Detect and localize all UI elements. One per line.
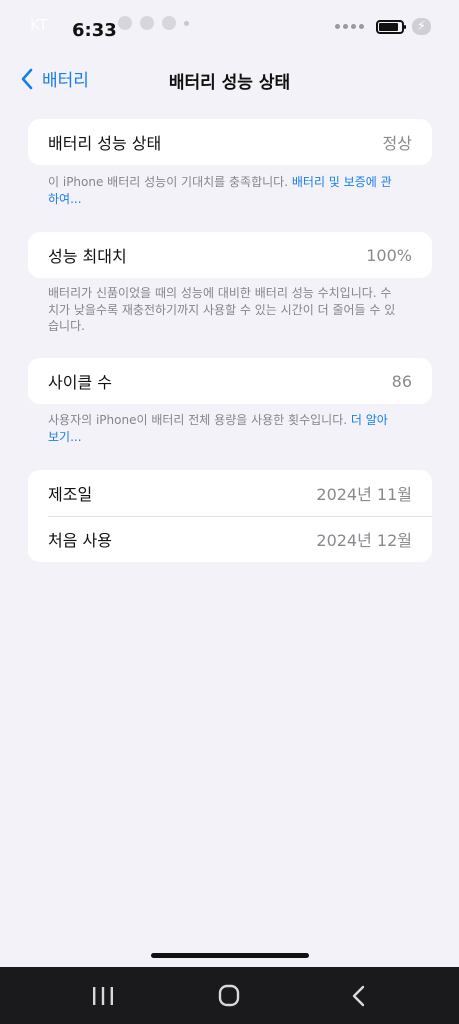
notification-icons — [118, 16, 189, 30]
max-capacity-card: 성능 최대치 100% — [28, 232, 432, 278]
carrier-label: KT — [30, 16, 48, 34]
more-notifications-icon — [184, 20, 189, 26]
dates-card: 제조일 2024년 11월 처음 사용 2024년 12월 — [28, 470, 432, 562]
navigation-bar: 배터리 배터리 성능 상태 — [0, 58, 459, 102]
status-time: 6:33 — [72, 20, 117, 41]
max-capacity-note: 배터리가 신품이었을 때의 성능에 대비한 배터리 성능 수치입니다. 수치가 … — [48, 286, 396, 333]
back-nav-icon[interactable] — [344, 983, 374, 1009]
recents-icon[interactable] — [88, 983, 118, 1009]
cycle-count-note: 사용자의 iPhone이 배터리 전체 용량을 사용한 횟수입니다. 더 알아보… — [48, 412, 398, 445]
battery-health-note-text: 이 iPhone 배터리 성능이 기대치를 충족합니다. — [48, 175, 292, 189]
max-capacity-row: 성능 최대치 100% — [28, 232, 432, 278]
screen: KT 6:33 ⚡ 배터리 배터리 성능 상태 배터리 성능 상태 정상 이 i… — [0, 0, 459, 1024]
manufacture-date-row: 제조일 2024년 11월 — [28, 470, 432, 516]
manufacture-date-value: 2024년 11월 — [316, 485, 412, 504]
battery-health-card: 배터리 성능 상태 정상 — [28, 119, 432, 165]
manufacture-date-label: 제조일 — [48, 485, 93, 504]
app-notification-icon — [162, 16, 176, 30]
page-title: 배터리 성능 상태 — [168, 73, 291, 93]
cycle-count-value: 86 — [391, 371, 412, 391]
battery-health-note: 이 iPhone 배터리 성능이 기대치를 충족합니다. 배터리 및 보증에 관… — [48, 174, 398, 207]
status-bar: KT 6:33 ⚡ — [0, 0, 459, 50]
max-capacity-label: 성능 최대치 — [48, 247, 127, 266]
home-indicator[interactable] — [151, 953, 309, 958]
status-right: ⚡ — [334, 18, 431, 35]
signal-icon — [334, 24, 364, 29]
cycle-count-label: 사이클 수 — [48, 373, 112, 392]
android-navigation-bar — [0, 967, 459, 1024]
battery-health-value: 정상 — [382, 134, 412, 153]
battery-percent-icon: ⚡ — [411, 18, 431, 35]
home-icon[interactable] — [214, 983, 244, 1009]
message-icon — [140, 16, 154, 30]
battery-health-row: 배터리 성능 상태 정상 — [28, 119, 432, 165]
notification-avatar-icon — [118, 16, 132, 30]
first-use-value: 2024년 12월 — [316, 531, 412, 550]
battery-icon — [375, 19, 406, 34]
cycle-count-card: 사이클 수 86 — [28, 358, 432, 404]
first-use-label: 처음 사용 — [48, 531, 112, 550]
cycle-count-note-text: 사용자의 iPhone이 배터리 전체 용량을 사용한 횟수입니다. — [48, 413, 351, 427]
cycle-count-row: 사이클 수 86 — [28, 358, 432, 404]
first-use-row: 처음 사용 2024년 12월 — [28, 516, 432, 562]
max-capacity-value: 100% — [366, 245, 412, 265]
battery-health-label: 배터리 성능 상태 — [48, 134, 162, 153]
